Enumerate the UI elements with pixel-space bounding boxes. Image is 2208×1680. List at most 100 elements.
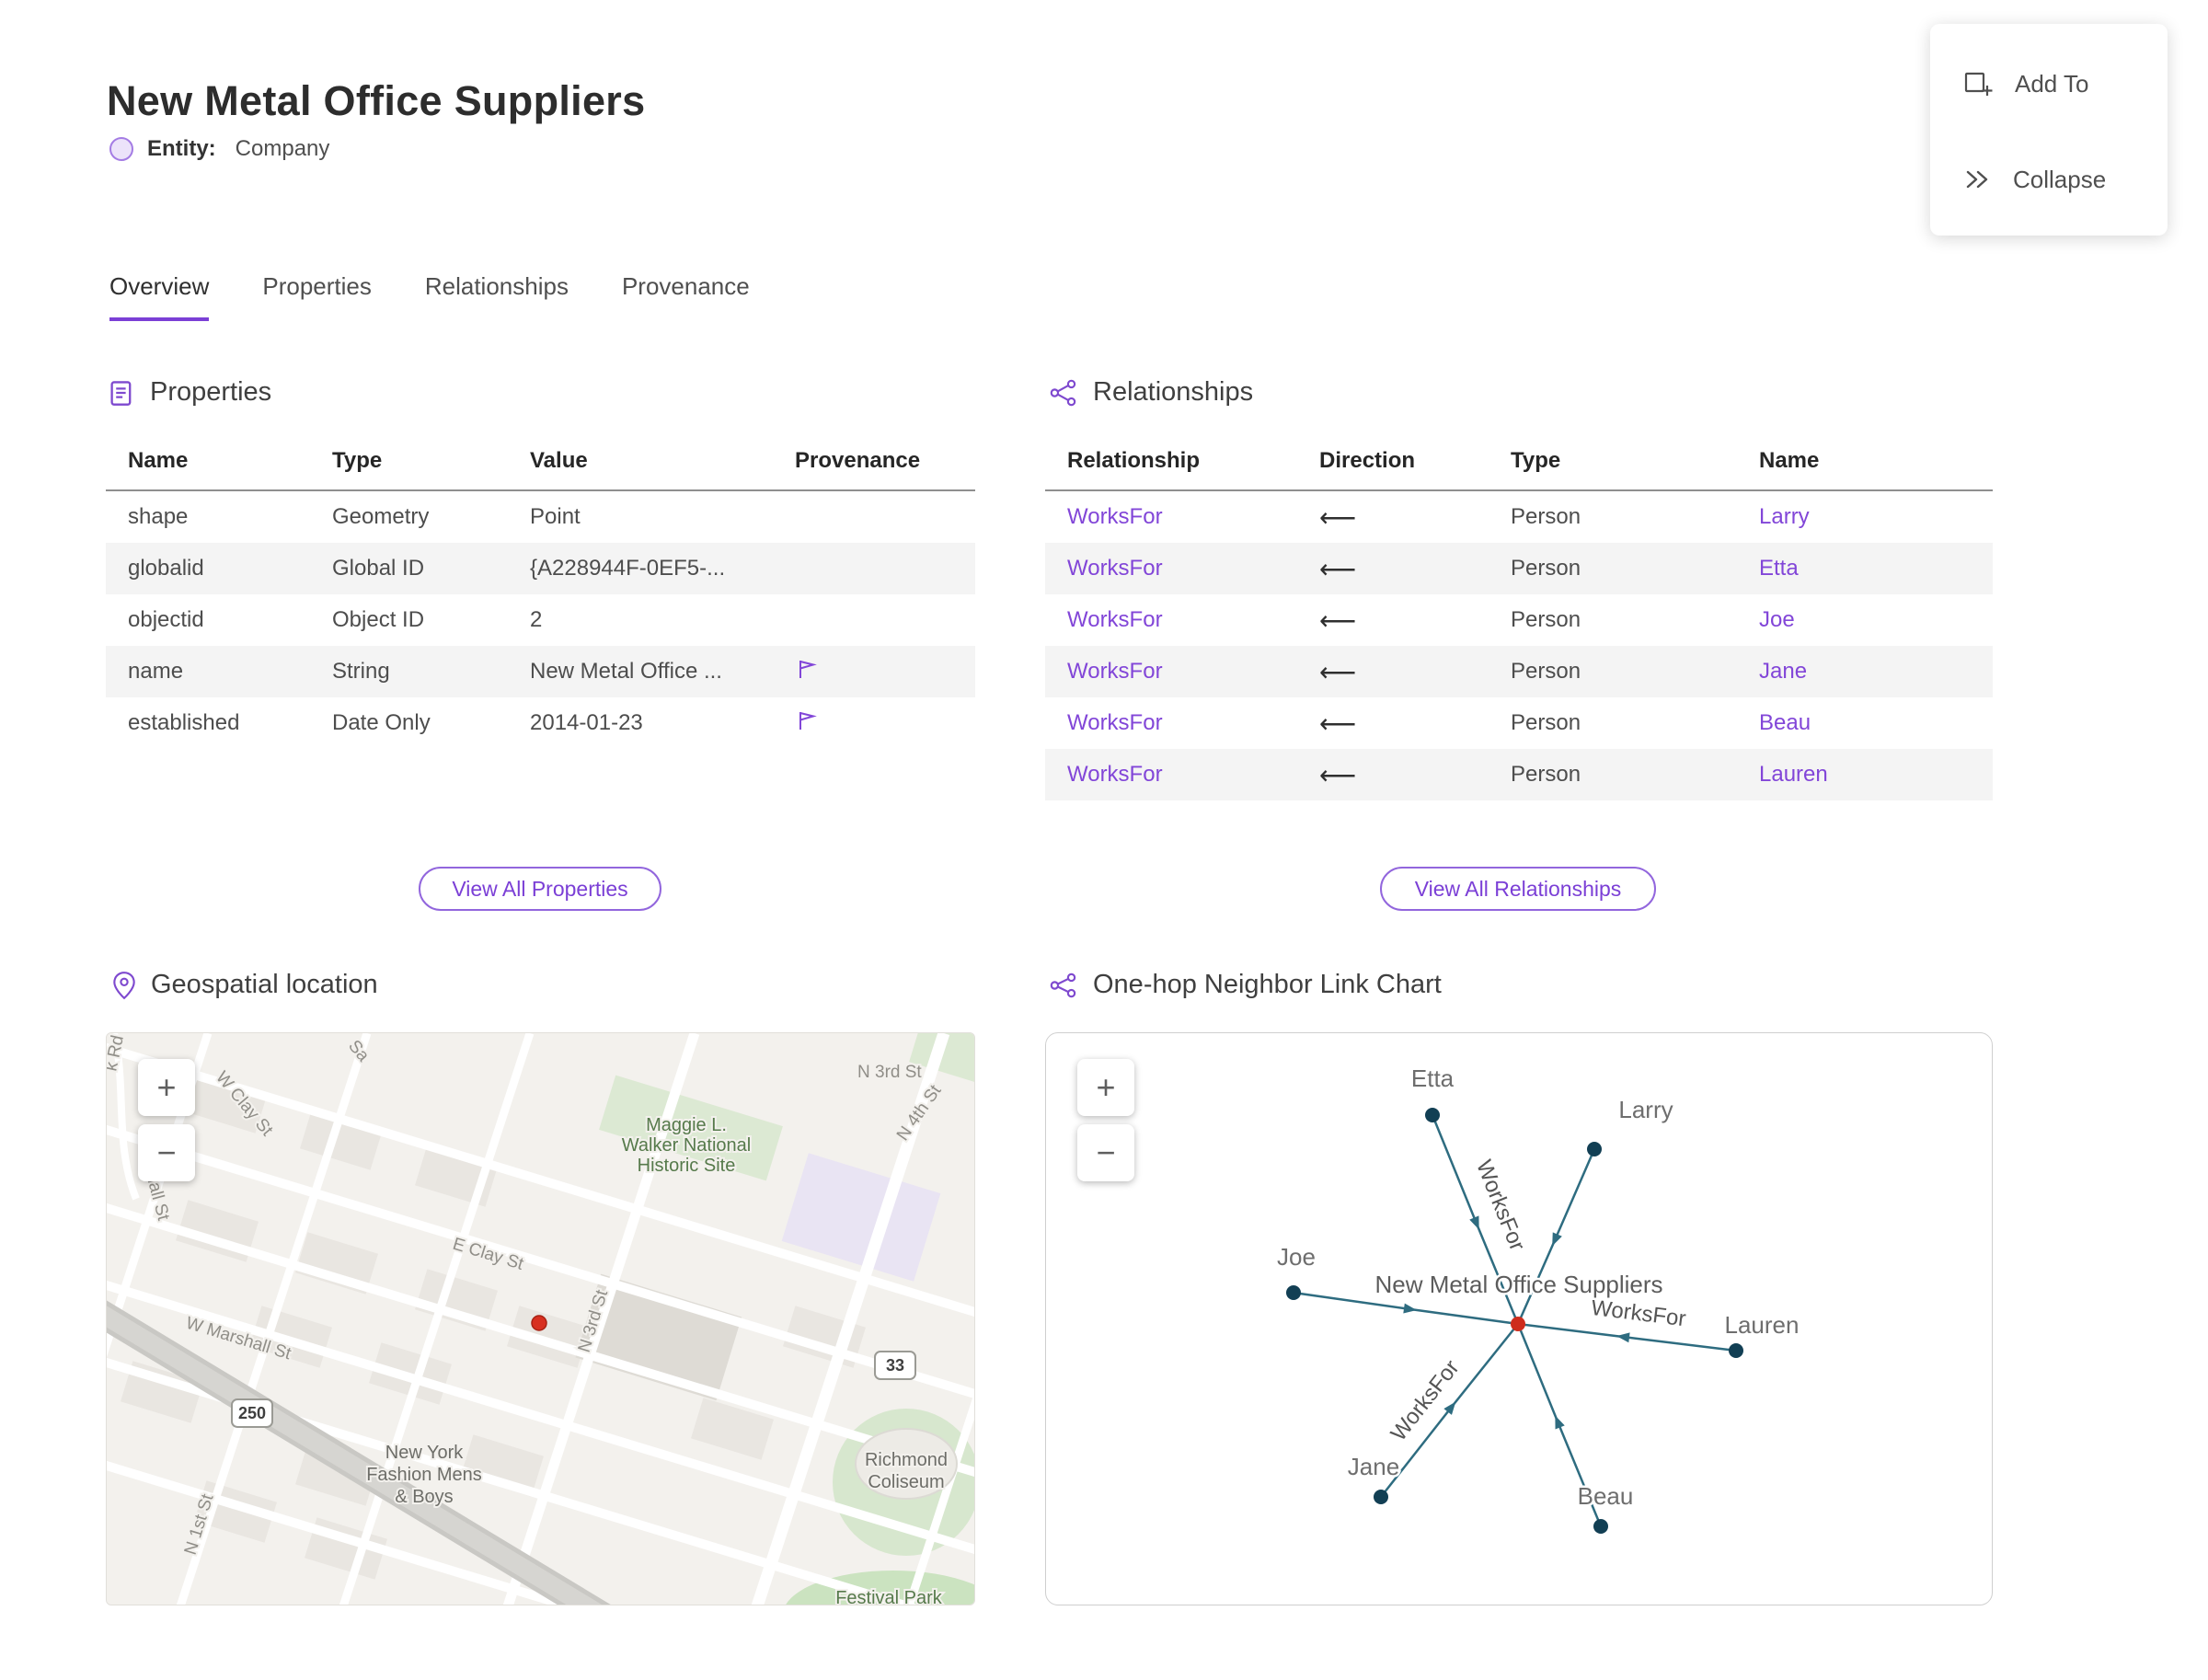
entity-link[interactable]: Jane bbox=[1737, 659, 1993, 685]
map-zoom-out-button[interactable]: − bbox=[138, 1124, 195, 1181]
add-to-button[interactable]: Add To bbox=[1963, 55, 2168, 112]
chart-zoom-controls: + − bbox=[1077, 1059, 1134, 1181]
node-center[interactable] bbox=[1511, 1317, 1525, 1331]
col-type: Type bbox=[332, 448, 383, 473]
add-to-icon bbox=[1964, 72, 1993, 96]
edge-label: WorksFor bbox=[1590, 1295, 1687, 1331]
relationship-row: WorksFor ⟵ Person Jane bbox=[1045, 646, 1993, 697]
entity-label: Entity: bbox=[147, 136, 216, 161]
relationship-link[interactable]: WorksFor bbox=[1045, 659, 1297, 685]
collapse-button[interactable]: Collapse bbox=[1963, 151, 2168, 208]
map-zoom-controls: + − bbox=[138, 1059, 195, 1181]
tab-provenance[interactable]: Provenance bbox=[622, 272, 750, 321]
edge-lauren-center bbox=[1517, 1322, 1737, 1352]
node-label-lauren: Lauren bbox=[1725, 1311, 1800, 1339]
collapse-label: Collapse bbox=[2013, 165, 2107, 193]
properties-icon bbox=[110, 380, 132, 406]
tab-relationships[interactable]: Relationships bbox=[425, 272, 569, 321]
edge-label: WorksFor bbox=[1386, 1355, 1465, 1445]
entity-link[interactable]: Etta bbox=[1737, 556, 1993, 581]
relationship-link[interactable]: WorksFor bbox=[1045, 710, 1297, 736]
place-label: Fashion Mens bbox=[366, 1465, 482, 1485]
entity-link[interactable]: Larry bbox=[1737, 504, 1993, 530]
svg-text:250: 250 bbox=[238, 1404, 266, 1422]
col-name: Name bbox=[1759, 448, 1820, 473]
node-beau[interactable] bbox=[1593, 1519, 1608, 1534]
property-row: objectid Object ID 2 bbox=[106, 594, 975, 646]
prop-type: String bbox=[332, 659, 390, 684]
prop-name: name bbox=[128, 659, 184, 684]
entity-location-dot bbox=[531, 1315, 547, 1331]
entity-link[interactable]: Beau bbox=[1737, 710, 1993, 736]
map-canvas: k Rd W Clay St Sa N 3rd St N 4th St arsh… bbox=[107, 1033, 974, 1605]
link-chart-canvas: WorksFor WorksFor WorksFor Etta Larry Jo… bbox=[1275, 1063, 1801, 1534]
node-larry[interactable] bbox=[1587, 1142, 1602, 1156]
rel-type: Person bbox=[1511, 762, 1581, 787]
direction-arrow: ⟵ bbox=[1319, 708, 1357, 738]
properties-section-heading: Properties bbox=[108, 377, 271, 408]
col-value: Value bbox=[530, 448, 588, 473]
direction-arrow: ⟵ bbox=[1319, 502, 1357, 532]
map-zoom-in-button[interactable]: + bbox=[138, 1059, 195, 1116]
prop-name: globalid bbox=[128, 556, 204, 581]
col-type: Type bbox=[1511, 448, 1561, 473]
prop-type: Object ID bbox=[332, 607, 425, 632]
view-all-relationships-button[interactable]: View All Relationships bbox=[1380, 867, 1656, 911]
properties-heading-label: Properties bbox=[150, 377, 272, 407]
prop-provenance bbox=[773, 708, 975, 739]
prop-value: 2 bbox=[530, 607, 543, 632]
properties-table: Name Type Value Provenance shape Geometr… bbox=[106, 432, 975, 749]
entity-tabs: Overview Properties Relationships Proven… bbox=[109, 272, 750, 321]
node-jane[interactable] bbox=[1374, 1490, 1388, 1504]
prop-value: Point bbox=[530, 504, 581, 529]
node-etta[interactable] bbox=[1425, 1108, 1440, 1122]
view-all-properties-button[interactable]: View All Properties bbox=[419, 867, 661, 911]
property-row: globalid Global ID {A228944F-0EF5-... bbox=[106, 543, 975, 594]
link-chart[interactable]: + − WorksFor WorksFor WorksFor Etta Larr… bbox=[1045, 1032, 1993, 1605]
chart-zoom-out-button[interactable]: − bbox=[1077, 1124, 1134, 1181]
rel-type: Person bbox=[1511, 607, 1581, 632]
geospatial-map[interactable]: + − k Rd W Clay St Sa N 3rd St N 4th St … bbox=[106, 1032, 975, 1605]
place-label: Historic Site bbox=[638, 1156, 736, 1176]
tab-properties[interactable]: Properties bbox=[262, 272, 372, 321]
relationship-link[interactable]: WorksFor bbox=[1045, 504, 1297, 530]
node-label-etta: Etta bbox=[1411, 1064, 1455, 1092]
node-lauren[interactable] bbox=[1729, 1343, 1743, 1358]
geospatial-section-heading: Geospatial location bbox=[112, 970, 378, 1000]
col-provenance: Provenance bbox=[795, 448, 921, 473]
place-label: Walker National bbox=[622, 1135, 751, 1156]
prop-type: Global ID bbox=[332, 556, 425, 581]
add-to-label: Add To bbox=[2015, 69, 2089, 98]
tab-overview[interactable]: Overview bbox=[109, 272, 210, 321]
prop-type: Date Only bbox=[332, 710, 431, 735]
center-node-label: New Metal Office Suppliers bbox=[1374, 1271, 1662, 1298]
chart-zoom-in-button[interactable]: + bbox=[1077, 1059, 1134, 1116]
relationship-link[interactable]: WorksFor bbox=[1045, 762, 1297, 788]
relationship-link[interactable]: WorksFor bbox=[1045, 556, 1297, 581]
node-joe[interactable] bbox=[1286, 1285, 1301, 1300]
place-label: Maggie L. bbox=[646, 1115, 727, 1135]
col-relationship: Relationship bbox=[1067, 448, 1201, 473]
relationships-heading-label: Relationships bbox=[1093, 377, 1254, 407]
prop-value: 2014-01-23 bbox=[530, 710, 643, 735]
prop-value: New Metal Office ... bbox=[530, 659, 722, 684]
entity-type-value: Company bbox=[235, 136, 330, 161]
relationship-link[interactable]: WorksFor bbox=[1045, 607, 1297, 633]
route-shield-33: 33 bbox=[874, 1351, 916, 1380]
prop-name: established bbox=[128, 710, 240, 735]
route-shield-250: 250 bbox=[231, 1398, 273, 1428]
place-label: Coliseum bbox=[868, 1472, 944, 1492]
map-pin-icon bbox=[113, 971, 135, 999]
provenance-flag-icon[interactable] bbox=[795, 657, 819, 681]
direction-arrow: ⟵ bbox=[1319, 605, 1357, 635]
provenance-flag-icon[interactable] bbox=[795, 708, 819, 732]
node-label-jane: Jane bbox=[1348, 1453, 1399, 1480]
place-label: Richmond bbox=[865, 1450, 948, 1470]
relationships-section-heading: Relationships bbox=[1049, 377, 1253, 408]
prop-name: objectid bbox=[128, 607, 204, 632]
entity-link[interactable]: Joe bbox=[1737, 607, 1993, 633]
property-row: name String New Metal Office ... bbox=[106, 646, 975, 697]
place-label: & Boys bbox=[395, 1487, 453, 1507]
entity-link[interactable]: Lauren bbox=[1737, 762, 1993, 788]
relationship-row: WorksFor ⟵ Person Beau bbox=[1045, 697, 1993, 749]
